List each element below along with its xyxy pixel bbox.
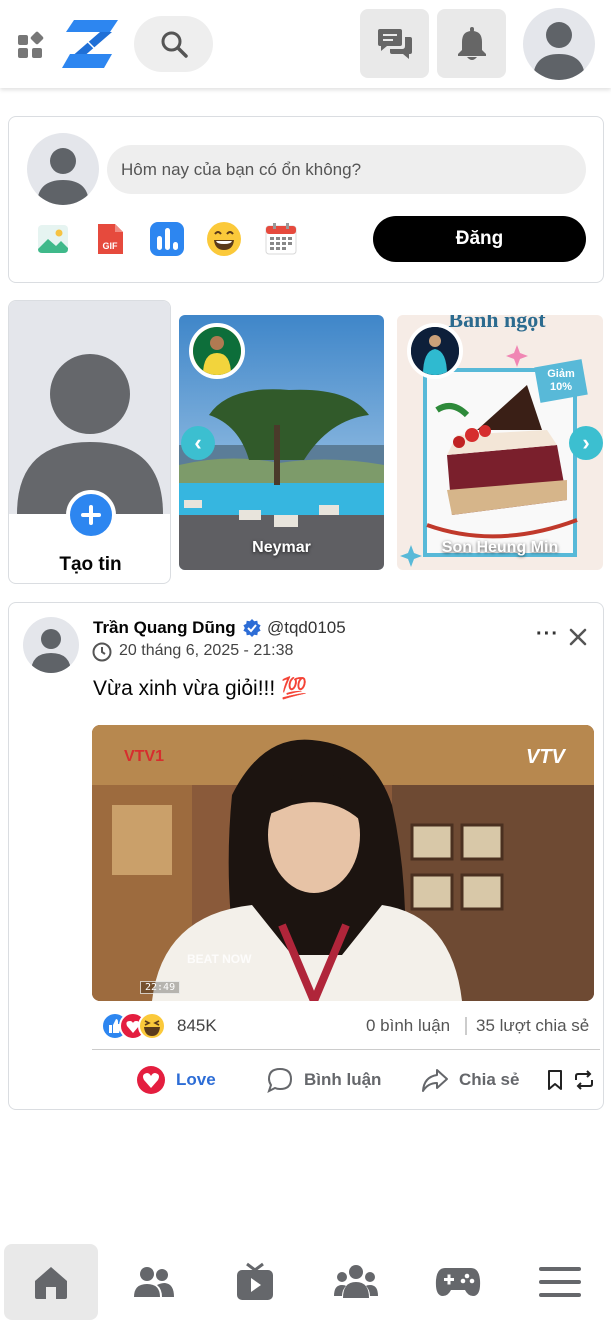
post-button[interactable]: Đăng	[373, 216, 586, 262]
search-button[interactable]	[134, 16, 213, 72]
video-duration: 22:49	[140, 981, 181, 994]
story-card[interactable]: ‹ Neymar	[179, 315, 384, 570]
share-icon	[422, 1069, 448, 1092]
calendar-icon[interactable]	[263, 221, 299, 257]
feed-post: Trần Quang Dũng @tqd0105 20 tháng 6, 202…	[8, 602, 604, 1110]
messages-button[interactable]	[360, 9, 429, 78]
nav-groups[interactable]	[309, 1244, 403, 1320]
repost-icon[interactable]	[572, 1068, 596, 1092]
divider	[92, 1049, 600, 1050]
post-timestamp: 20 tháng 6, 2025 - 21:38	[119, 642, 294, 659]
bottom-navigation	[0, 1236, 611, 1326]
comment-button[interactable]: Bình luận	[266, 1063, 381, 1097]
comment-label: Bình luận	[304, 1070, 382, 1089]
svg-text:Bánh ngọt: Bánh ngọt	[448, 315, 546, 332]
create-story-card[interactable]: Tạo tin	[8, 300, 171, 584]
reaction-count[interactable]: 845K	[177, 1016, 217, 1036]
comment-icon	[267, 1067, 293, 1093]
app-logo[interactable]	[60, 18, 120, 70]
post-author-name[interactable]: Trần Quang Dũng	[93, 618, 236, 638]
top-bar	[0, 0, 611, 88]
nav-menu[interactable]	[513, 1244, 607, 1320]
clock-icon	[92, 642, 112, 662]
post-author-avatar[interactable]	[23, 617, 79, 673]
verified-badge-icon	[243, 619, 261, 637]
emoji-icon[interactable]	[206, 221, 242, 257]
gamepad-icon	[435, 1268, 481, 1296]
create-story-label: Tạo tin	[59, 554, 122, 575]
share-button[interactable]: Chia sẻ	[421, 1063, 519, 1097]
story-next-button[interactable]: ›	[569, 426, 603, 460]
comment-count[interactable]: 0 bình luận	[366, 1016, 450, 1036]
groups-icon	[334, 1265, 378, 1298]
post-text: Vừa xinh vừa giỏi!!! 💯	[93, 677, 308, 700]
story-avatar	[189, 323, 245, 379]
friends-icon	[134, 1267, 174, 1297]
search-icon	[161, 31, 188, 58]
add-story-button[interactable]	[66, 490, 116, 540]
image-icon[interactable]	[35, 221, 71, 257]
svg-text:GIF: GIF	[103, 241, 119, 251]
gif-icon[interactable]: GIF	[92, 221, 128, 257]
video-icon	[237, 1262, 273, 1300]
profile-avatar[interactable]	[523, 8, 595, 80]
story-avatar-placeholder	[9, 301, 170, 514]
notifications-button[interactable]	[437, 9, 506, 78]
nav-friends[interactable]	[107, 1244, 201, 1320]
nav-home[interactable]	[4, 1244, 98, 1320]
nav-watch[interactable]	[208, 1244, 302, 1320]
post-video[interactable]: VTV1 VTV BEAT NOW 22:49	[92, 725, 594, 1001]
post-composer: Hôm nay của bạn có ổn không? GIF Đăng	[8, 116, 604, 283]
post-author-handle[interactable]: @tqd0105	[267, 618, 346, 638]
menu-icon	[539, 1267, 581, 1297]
bookmark-icon[interactable]	[545, 1069, 565, 1091]
bell-icon	[457, 26, 486, 60]
post-options-button[interactable]: ···	[536, 623, 559, 646]
share-count[interactable]: 35 lượt chia sẻ	[476, 1016, 589, 1036]
svg-text:10%: 10%	[550, 381, 572, 393]
avatar	[27, 133, 99, 205]
svg-text:VTV: VTV	[526, 746, 567, 768]
chat-icon	[377, 28, 412, 59]
love-icon	[137, 1066, 165, 1094]
share-label: Chia sẻ	[459, 1070, 520, 1089]
story-card[interactable]: Bánh ngọt Giảm 10% › Son Heung Min	[397, 315, 603, 570]
love-button[interactable]: Love	[136, 1063, 216, 1097]
story-avatar	[407, 323, 463, 379]
reaction-icons[interactable]	[100, 1011, 170, 1041]
svg-text:Giảm: Giảm	[547, 368, 575, 380]
status-input[interactable]: Hôm nay của bạn có ổn không?	[107, 145, 586, 194]
poll-icon[interactable]	[149, 221, 185, 257]
svg-text:BEAT NOW: BEAT NOW	[187, 952, 252, 966]
home-icon	[35, 1267, 67, 1299]
divider	[465, 1017, 467, 1035]
story-name: Neymar	[252, 539, 311, 556]
love-label: Love	[176, 1070, 216, 1089]
story-name: Son Heung Min	[441, 539, 559, 556]
close-icon[interactable]	[569, 628, 587, 646]
svg-text:VTV1: VTV1	[124, 748, 164, 765]
story-prev-button[interactable]: ‹	[181, 426, 215, 460]
plus-icon	[81, 505, 101, 525]
apps-grid-icon[interactable]	[16, 30, 46, 60]
nav-gaming[interactable]	[411, 1244, 505, 1320]
